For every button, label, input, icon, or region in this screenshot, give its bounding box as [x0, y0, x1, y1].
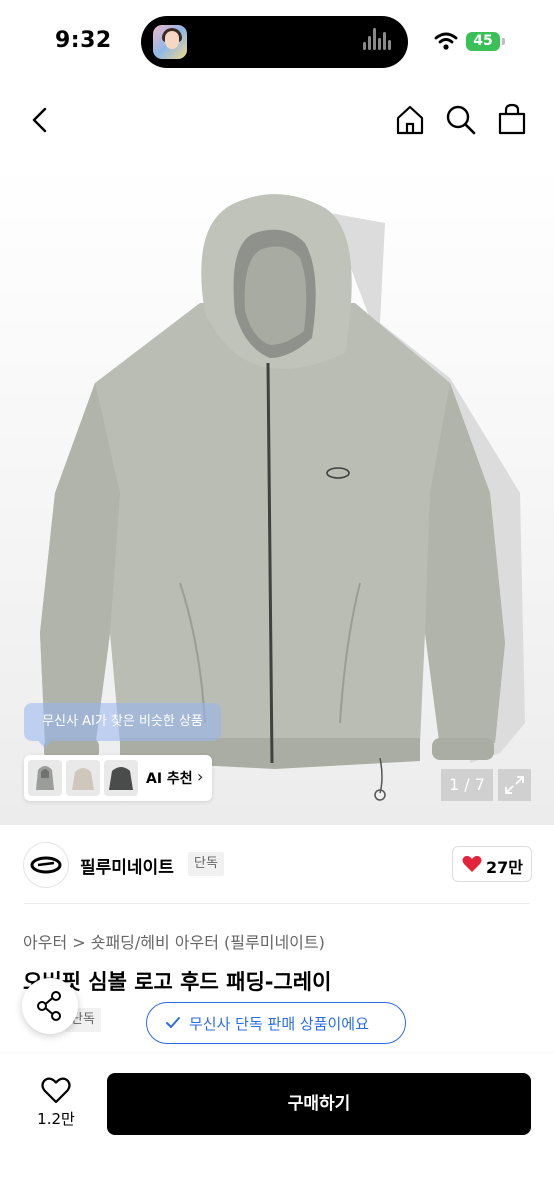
ai-recommend-label: AI 추천 [146, 771, 193, 787]
ai-thumb-1[interactable] [28, 760, 62, 796]
status-time: 9:32 [55, 28, 112, 53]
expand-icon[interactable] [498, 769, 531, 801]
dynamic-island [141, 16, 408, 68]
chevron-right-icon: › [197, 767, 204, 786]
like-button[interactable]: 27만 [452, 846, 532, 882]
share-icon [37, 991, 61, 1021]
battery-tip [502, 38, 505, 45]
home-icon[interactable] [394, 104, 426, 136]
divider [24, 903, 530, 904]
share-button[interactable] [22, 978, 78, 1034]
like-count: 27만 [486, 858, 523, 877]
ai-recommend-bar[interactable]: AI 추천 › [24, 755, 212, 801]
check-icon [166, 1017, 180, 1028]
ai-thumb-3[interactable] [104, 760, 138, 796]
exclusive-tag: 단독 [188, 852, 224, 876]
shopping-bag-icon[interactable] [496, 103, 528, 135]
audio-waveform-icon [363, 16, 397, 68]
buy-button[interactable]: 구매하기 [107, 1073, 531, 1135]
exclusive-notice-pill[interactable]: 무신사 단독 판매 상품이에요 [146, 1002, 406, 1044]
heart-icon [462, 855, 482, 872]
wishlist-heart-icon[interactable] [41, 1077, 71, 1104]
category-breadcrumb[interactable]: 아우터 > 숏패딩/헤비 아우터 (필루미네이트) [23, 929, 325, 953]
brand-logo[interactable] [23, 842, 69, 888]
image-counter: 1 / 7 [441, 769, 493, 801]
brand-name[interactable]: 필루미네이트 [80, 853, 174, 878]
wifi-icon [434, 32, 458, 50]
exclusive-notice-text: 무신사 단독 판매 상품이에요 [189, 1015, 369, 1033]
ai-thumb-2[interactable] [66, 760, 100, 796]
now-playing-artwork [153, 25, 187, 59]
battery-icon: 45 [466, 32, 500, 51]
ai-similar-tooltip: 무신사 AI가 찾은 비슷한 상품 [24, 703, 221, 748]
back-icon[interactable] [26, 106, 54, 134]
search-icon[interactable] [445, 104, 477, 136]
wishlist-count: 1.2만 [37, 1110, 75, 1128]
